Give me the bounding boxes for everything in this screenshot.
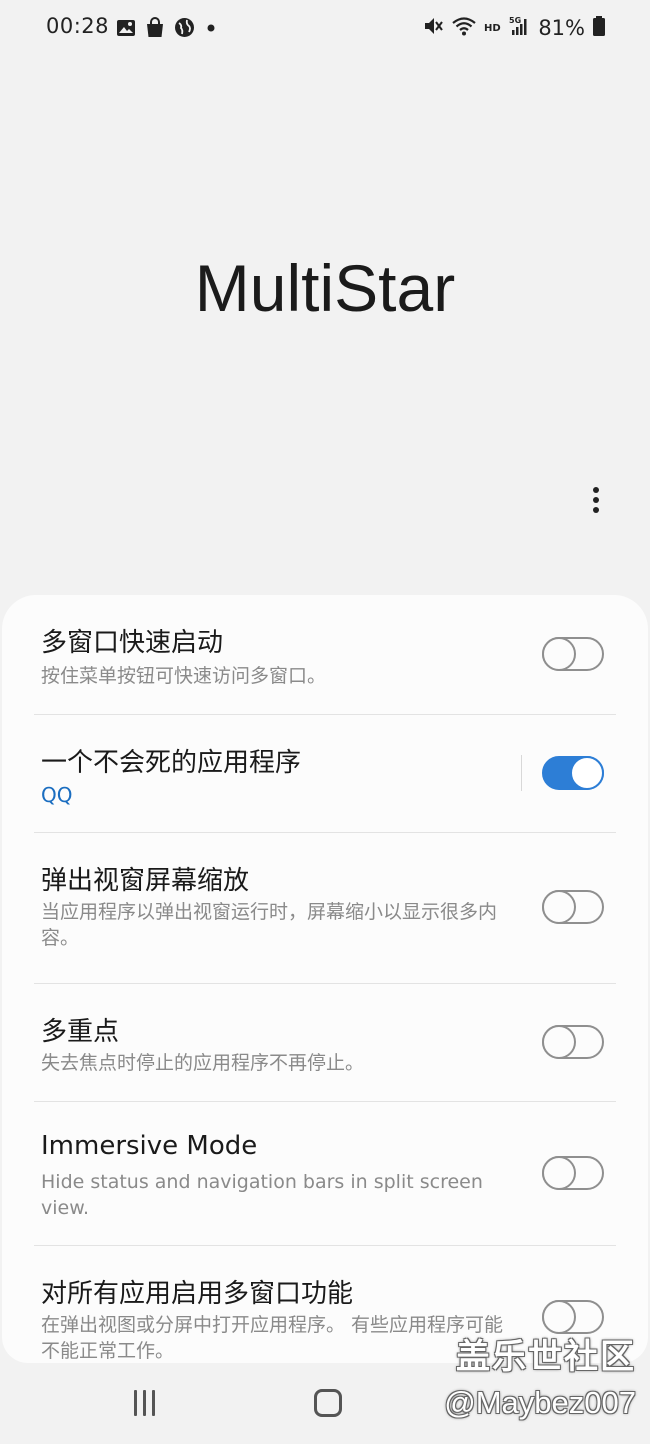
setting-title: 对所有应用启用多窗口功能: [41, 1279, 354, 1309]
setting-title: Immersive Mode: [41, 1131, 258, 1161]
globe-icon: [174, 17, 195, 42]
mute-vibrate-icon: [422, 15, 444, 41]
setting-row-multiwindow-quick-launch[interactable]: 多窗口快速启动 按住菜单按钮可快速访问多窗口。: [2, 595, 648, 714]
popup-screen-zoom-toggle[interactable]: [542, 890, 604, 924]
setting-row-multi-focus[interactable]: 多重点 失去焦点时停止的应用程序不再停止。: [2, 984, 648, 1101]
status-bar: 00:28 HD 5G 81%: [0, 0, 650, 56]
setting-title: 弹出视窗屏幕缩放: [41, 866, 250, 896]
hd-icon: HD: [484, 19, 502, 38]
immersive-mode-toggle[interactable]: [542, 1156, 604, 1190]
setting-subtitle: 按住菜单按钮可快速访问多窗口。: [41, 665, 327, 687]
setting-title: 多重点: [41, 1017, 120, 1047]
battery-icon: [592, 15, 606, 41]
watermark-community: 盖乐世社区: [456, 1338, 636, 1376]
dot-icon: [204, 18, 218, 42]
more-options-button[interactable]: [580, 480, 612, 520]
image-icon: [116, 18, 136, 42]
multiwindow-all-apps-toggle[interactable]: [542, 1300, 604, 1334]
setting-subtitle: Hide status and navigation bars in split…: [41, 1171, 483, 1219]
vertical-separator: [521, 755, 522, 791]
undying-app-toggle[interactable]: [542, 756, 604, 790]
setting-title: 多窗口快速启动: [41, 628, 224, 658]
shopping-bag-icon: [145, 17, 165, 42]
setting-row-undying-app[interactable]: 一个不会死的应用程序 QQ: [2, 715, 648, 832]
home-button[interactable]: [314, 1389, 342, 1417]
svg-text:HD: HD: [484, 23, 501, 34]
clock: 00:28: [46, 14, 110, 38]
app-title: MultiStar: [194, 251, 456, 325]
setting-subtitle: 当应用程序以弹出视窗运行时，屏幕缩小以显示很多内容。: [41, 901, 498, 949]
setting-title: 一个不会死的应用程序: [41, 748, 302, 778]
5g-signal-icon: 5G: [509, 15, 531, 41]
battery-percentage: 81%: [538, 16, 585, 40]
watermark: 盖乐世社区 @Maybez007: [444, 1337, 636, 1421]
wifi-icon: [451, 15, 477, 41]
settings-card: 多窗口快速启动 按住菜单按钮可快速访问多窗口。 一个不会死的应用程序 QQ 弹出…: [2, 595, 648, 1363]
multi-focus-toggle[interactable]: [542, 1025, 604, 1059]
svg-text:5G: 5G: [509, 16, 521, 25]
watermark-user: @Maybez007: [444, 1385, 636, 1420]
setting-row-immersive-mode[interactable]: Immersive Mode Hide status and navigatio…: [2, 1102, 648, 1245]
setting-subtitle: 失去焦点时停止的应用程序不再停止。: [41, 1052, 365, 1074]
setting-subtitle: QQ: [41, 783, 73, 807]
setting-row-popup-screen-zoom[interactable]: 弹出视窗屏幕缩放 当应用程序以弹出视窗运行时，屏幕缩小以显示很多内容。: [2, 833, 648, 983]
multiwindow-quick-launch-toggle[interactable]: [542, 637, 604, 671]
recent-apps-button[interactable]: [133, 1390, 159, 1418]
